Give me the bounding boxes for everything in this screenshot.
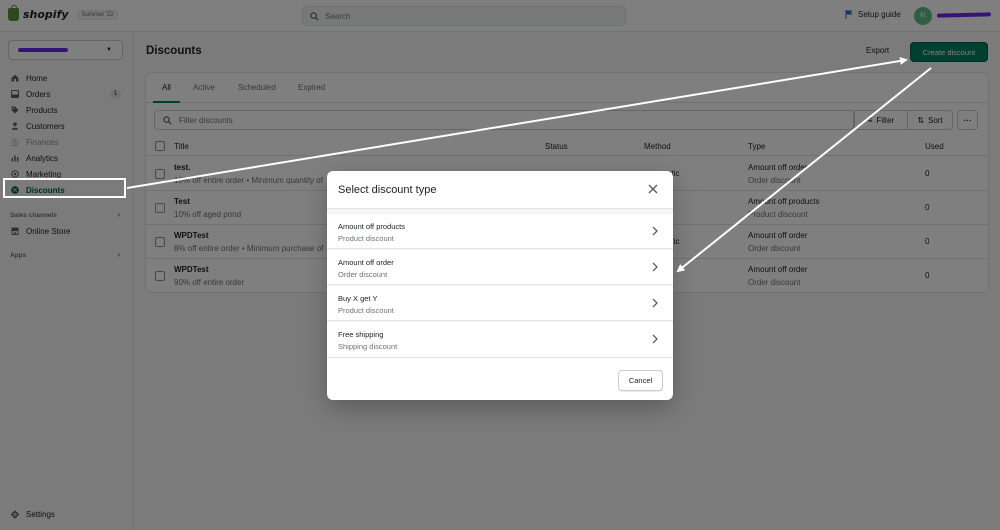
chevron-right-icon bbox=[652, 334, 658, 344]
option-title: Amount off order bbox=[338, 258, 394, 267]
option-subtitle: Order discount bbox=[338, 270, 388, 279]
option-amount-off-order[interactable]: Amount off order Order discount bbox=[327, 250, 673, 285]
cancel-button[interactable]: Cancel bbox=[618, 370, 663, 391]
discount-type-list: Amount off products Product discount Amo… bbox=[327, 208, 673, 358]
option-subtitle: Product discount bbox=[338, 306, 394, 315]
chevron-right-icon bbox=[652, 226, 658, 236]
modal-footer: Cancel bbox=[327, 359, 673, 400]
select-discount-type-modal: Select discount type Amount off products… bbox=[327, 171, 673, 400]
option-title: Free shipping bbox=[338, 330, 384, 339]
chevron-right-icon bbox=[652, 298, 658, 308]
option-free-shipping[interactable]: Free shipping Shipping discount bbox=[327, 322, 673, 357]
option-title: Amount off products bbox=[338, 222, 405, 231]
discounts-highlight-box bbox=[3, 178, 126, 198]
modal-title: Select discount type bbox=[338, 184, 437, 196]
option-buy-x-get-y[interactable]: Buy X get Y Product discount bbox=[327, 286, 673, 321]
close-icon[interactable] bbox=[646, 182, 660, 196]
option-subtitle: Shipping discount bbox=[338, 342, 398, 351]
option-amount-off-products[interactable]: Amount off products Product discount bbox=[327, 214, 673, 249]
option-title: Buy X get Y bbox=[338, 294, 378, 303]
chevron-right-icon bbox=[652, 262, 658, 272]
option-subtitle: Product discount bbox=[338, 234, 394, 243]
